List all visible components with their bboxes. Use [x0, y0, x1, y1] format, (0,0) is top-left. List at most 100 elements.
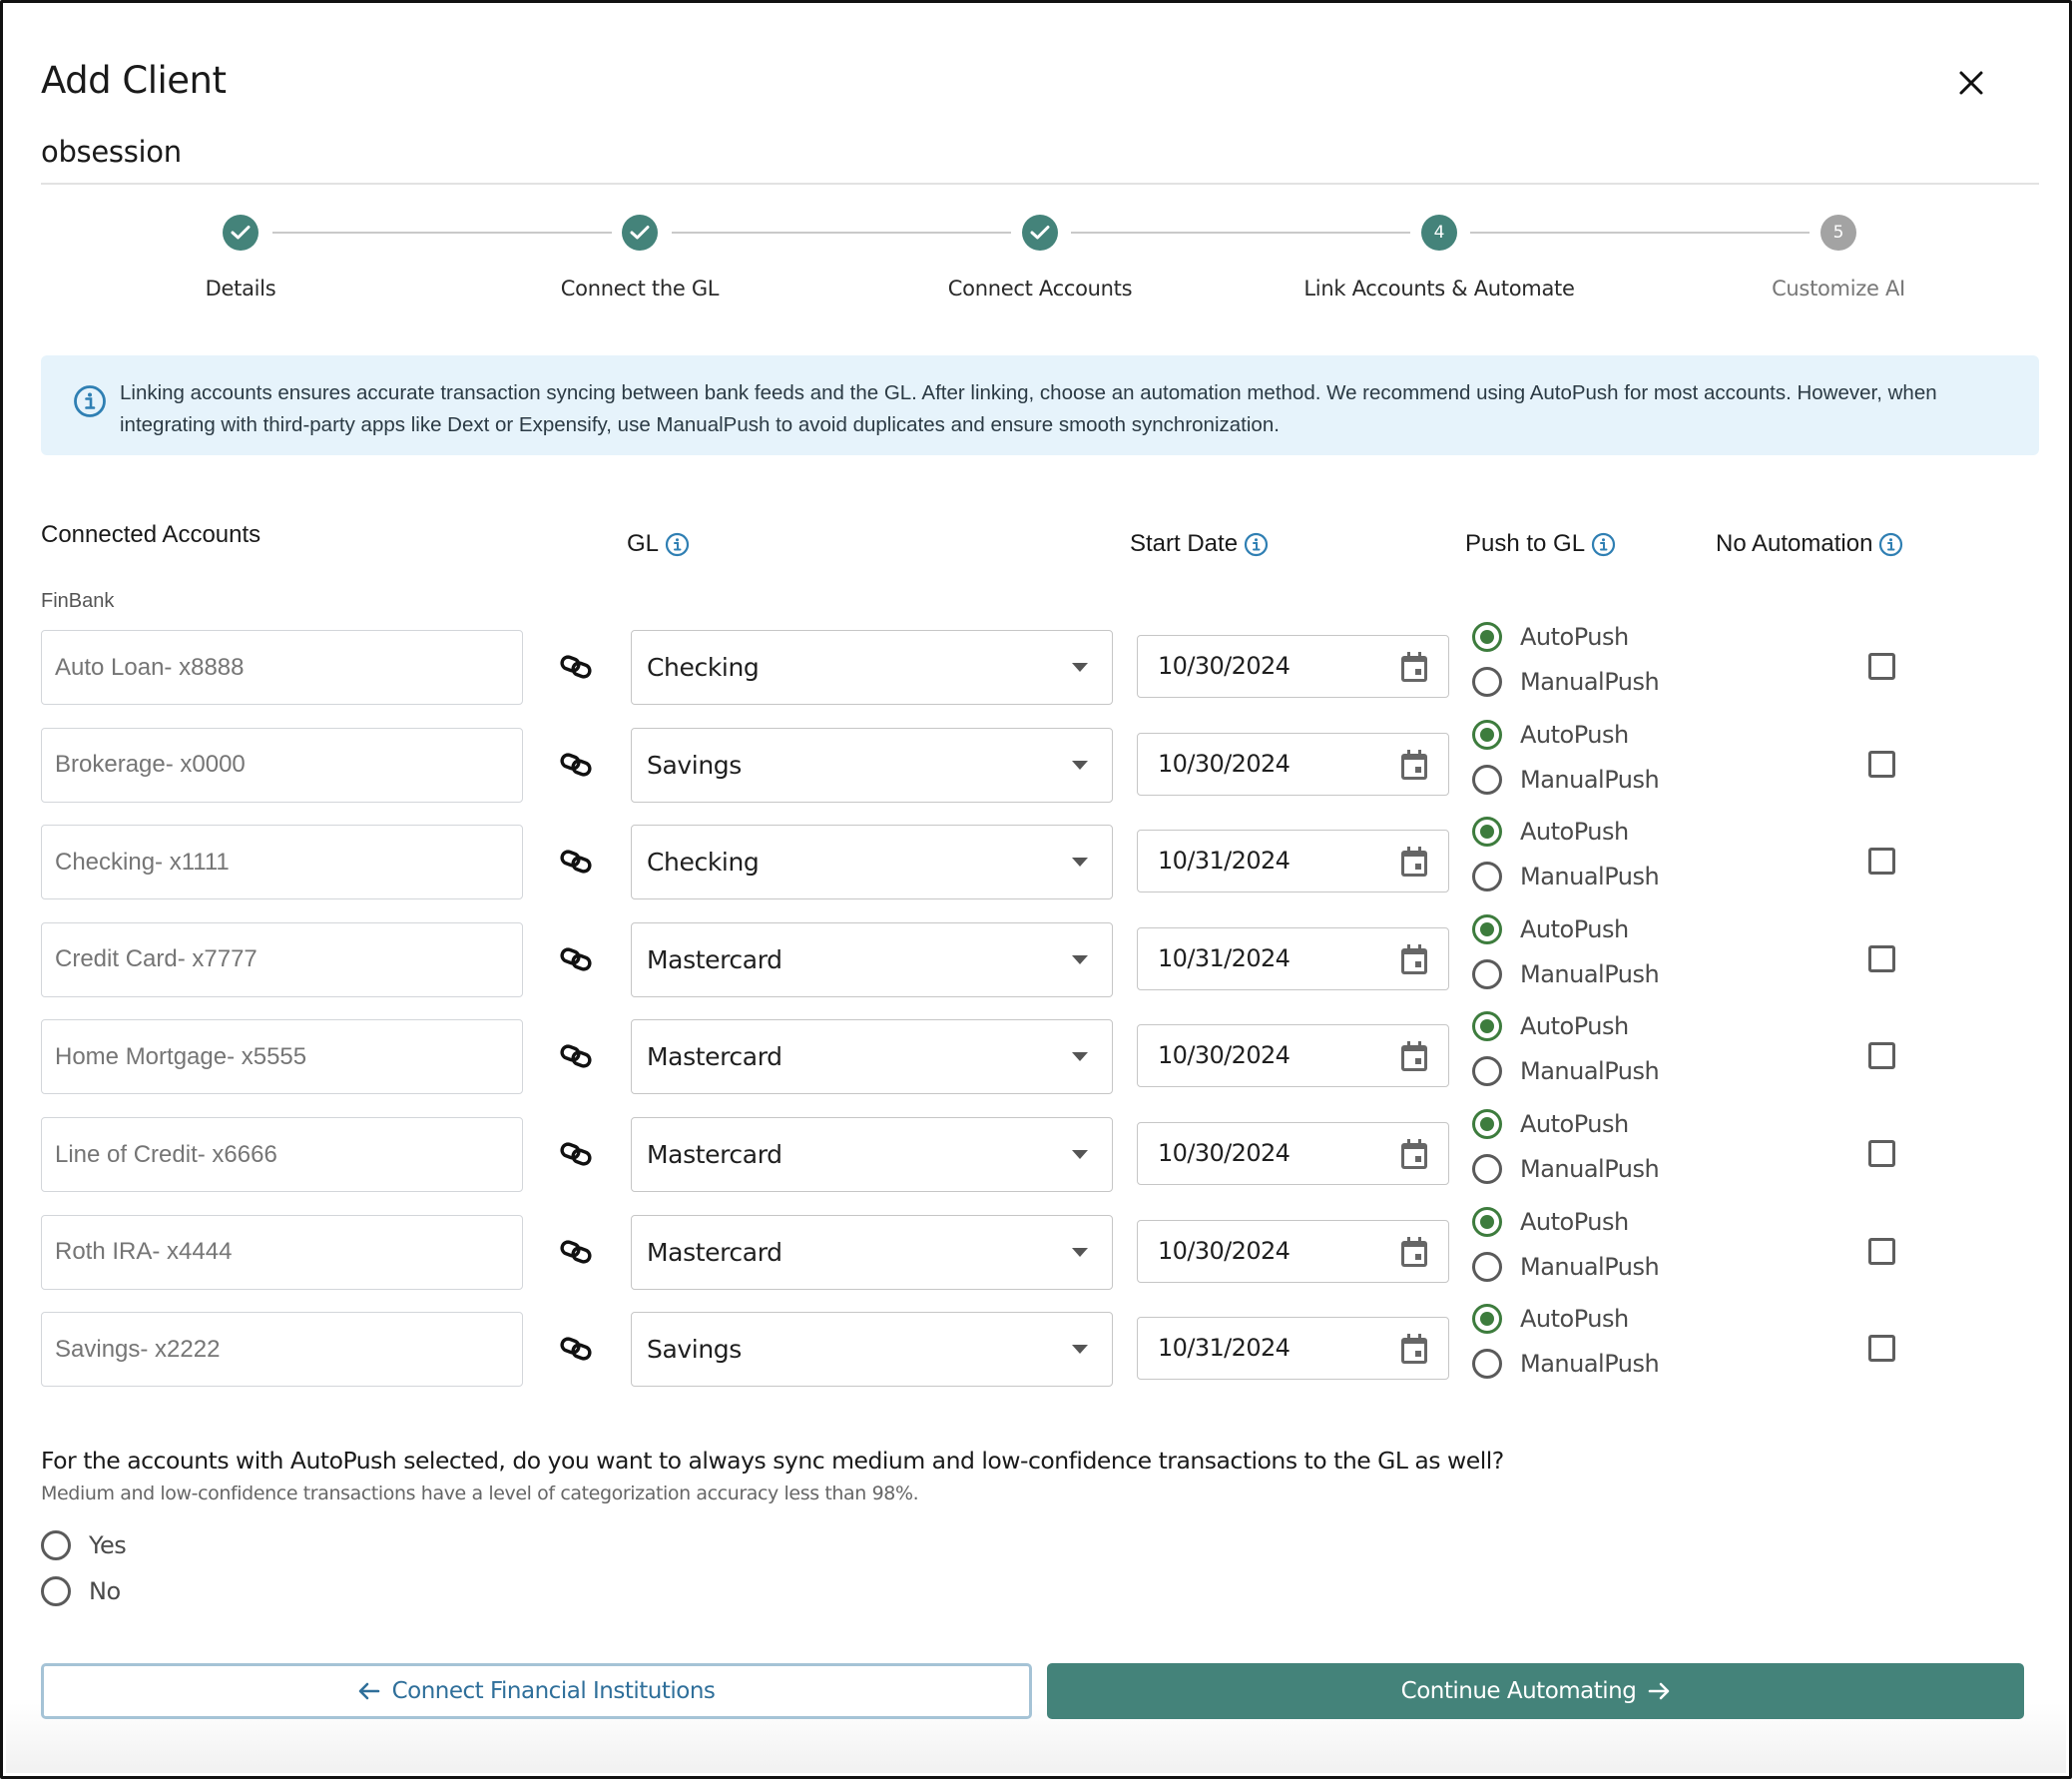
no-automation-info-icon[interactable]: [1878, 532, 1903, 557]
calendar-icon[interactable]: [1398, 1332, 1430, 1366]
step-1-complete-indicator: [223, 215, 259, 251]
close-icon[interactable]: [1953, 65, 1989, 101]
no-automation-checkbox[interactable]: [1868, 1237, 1895, 1265]
autopush-radio[interactable]: [1472, 817, 1502, 848]
autopush-radio[interactable]: [1472, 622, 1502, 652]
autopush-option[interactable]: AutoPush: [1472, 913, 1629, 944]
start-date-field[interactable]: 10/30/2024: [1137, 1024, 1449, 1088]
start-date-value: 10/30/2024: [1158, 1041, 1291, 1070]
start-date-field[interactable]: 10/30/2024: [1137, 1219, 1449, 1283]
info-banner: Linking accounts ensures accurate transa…: [41, 355, 2039, 455]
gl-account-select[interactable]: Savings: [631, 1312, 1113, 1388]
autopush-label: AutoPush: [1520, 1305, 1629, 1334]
autopush-radio[interactable]: [1472, 1304, 1502, 1335]
calendar-icon[interactable]: [1398, 748, 1430, 782]
start-date-field[interactable]: 10/30/2024: [1137, 732, 1449, 796]
connected-account-input[interactable]: [41, 1214, 523, 1290]
connected-account-input[interactable]: [41, 630, 523, 705]
autopush-option[interactable]: AutoPush: [1472, 1206, 1629, 1237]
account-row: Mastercard 10/30/2024 AutoPush ManualPush: [3, 1109, 2072, 1197]
autopush-option[interactable]: AutoPush: [1472, 817, 1629, 848]
autopush-option[interactable]: AutoPush: [1472, 622, 1629, 652]
dialog-title: Add Client: [41, 59, 227, 102]
manualpush-option[interactable]: ManualPush: [1472, 1349, 1660, 1380]
start-date-field[interactable]: 10/31/2024: [1137, 1317, 1449, 1381]
no-automation-checkbox[interactable]: [1868, 750, 1895, 778]
manualpush-radio[interactable]: [1472, 1056, 1502, 1087]
manualpush-option[interactable]: ManualPush: [1472, 1056, 1660, 1087]
calendar-icon[interactable]: [1398, 942, 1430, 976]
manualpush-label: ManualPush: [1520, 1057, 1660, 1086]
gl-info-icon[interactable]: [665, 532, 690, 557]
manualpush-radio[interactable]: [1472, 958, 1502, 989]
account-row: Mastercard 10/30/2024 AutoPush ManualPush: [3, 1011, 2072, 1099]
connected-account-input[interactable]: [41, 727, 523, 803]
continue-automating-button[interactable]: Continue Automating: [1047, 1663, 2024, 1719]
confidence-question: For the accounts with AutoPush selected,…: [41, 1447, 1504, 1475]
yes-radio[interactable]: [41, 1530, 71, 1560]
autopush-radio[interactable]: [1472, 1206, 1502, 1237]
manualpush-label: ManualPush: [1520, 765, 1660, 794]
autopush-option[interactable]: AutoPush: [1472, 1011, 1629, 1042]
autopush-radio[interactable]: [1472, 913, 1502, 944]
link-icon: [560, 947, 592, 971]
manualpush-radio[interactable]: [1472, 1349, 1502, 1380]
connected-account-input[interactable]: [41, 825, 523, 900]
account-row: Mastercard 10/31/2024 AutoPush ManualPush: [3, 913, 2072, 1002]
manualpush-option[interactable]: ManualPush: [1472, 1154, 1660, 1184]
calendar-icon[interactable]: [1398, 845, 1430, 879]
account-row: Savings 10/30/2024 AutoPush ManualPush: [3, 719, 2072, 808]
gl-account-select[interactable]: Mastercard: [631, 1019, 1113, 1095]
connected-account-input[interactable]: [41, 1312, 523, 1388]
no-automation-checkbox[interactable]: [1868, 653, 1895, 680]
gl-account-select[interactable]: Checking: [631, 630, 1113, 705]
autopush-option[interactable]: AutoPush: [1472, 1109, 1629, 1139]
no-automation-checkbox[interactable]: [1868, 1140, 1895, 1167]
manualpush-option[interactable]: ManualPush: [1472, 667, 1660, 697]
calendar-icon[interactable]: [1398, 1039, 1430, 1073]
connected-account-input[interactable]: [41, 921, 523, 997]
manualpush-radio[interactable]: [1472, 1154, 1502, 1184]
manualpush-option[interactable]: ManualPush: [1472, 764, 1660, 795]
start-date-field[interactable]: 10/31/2024: [1137, 830, 1449, 893]
no-automation-checkbox[interactable]: [1868, 944, 1895, 972]
manualpush-option[interactable]: ManualPush: [1472, 958, 1660, 989]
calendar-icon[interactable]: [1398, 1137, 1430, 1171]
autopush-radio[interactable]: [1472, 1109, 1502, 1139]
manualpush-radio[interactable]: [1472, 667, 1502, 697]
connected-account-input[interactable]: [41, 1019, 523, 1095]
gl-account-select[interactable]: Mastercard: [631, 921, 1113, 997]
no-radio[interactable]: [41, 1576, 71, 1606]
manualpush-option[interactable]: ManualPush: [1472, 862, 1660, 892]
manualpush-option[interactable]: ManualPush: [1472, 1251, 1660, 1282]
manualpush-radio[interactable]: [1472, 764, 1502, 795]
confidence-option-yes[interactable]: Yes: [41, 1530, 127, 1560]
calendar-icon[interactable]: [1398, 650, 1430, 684]
manualpush-radio[interactable]: [1472, 862, 1502, 892]
autopush-option[interactable]: AutoPush: [1472, 719, 1629, 750]
autopush-radio[interactable]: [1472, 1011, 1502, 1042]
gl-account-select[interactable]: Checking: [631, 825, 1113, 900]
caret-down-icon: [1072, 760, 1088, 770]
connected-account-input[interactable]: [41, 1117, 523, 1192]
gl-account-select[interactable]: Savings: [631, 727, 1113, 803]
push-to-gl-info-icon[interactable]: [1591, 532, 1616, 557]
start-date-info-icon[interactable]: [1244, 532, 1269, 557]
no-automation-checkbox[interactable]: [1868, 1335, 1895, 1363]
gl-account-select[interactable]: Mastercard: [631, 1117, 1113, 1192]
manualpush-radio[interactable]: [1472, 1251, 1502, 1282]
account-row: Savings 10/31/2024 AutoPush ManualPush: [3, 1304, 2072, 1392]
confidence-option-no[interactable]: No: [41, 1576, 121, 1606]
calendar-icon[interactable]: [1398, 1235, 1430, 1269]
no-automation-checkbox[interactable]: [1868, 1042, 1895, 1070]
link-icon: [560, 1142, 592, 1166]
no-automation-checkbox[interactable]: [1868, 848, 1895, 876]
gl-account-select[interactable]: Mastercard: [631, 1214, 1113, 1290]
autopush-radio[interactable]: [1472, 719, 1502, 750]
start-date-field[interactable]: 10/31/2024: [1137, 926, 1449, 990]
start-date-field[interactable]: 10/30/2024: [1137, 635, 1449, 698]
connect-financial-institutions-button[interactable]: Connect Financial Institutions: [41, 1663, 1032, 1719]
autopush-option[interactable]: AutoPush: [1472, 1304, 1629, 1335]
start-date-field[interactable]: 10/30/2024: [1137, 1122, 1449, 1185]
autopush-label: AutoPush: [1520, 720, 1629, 749]
